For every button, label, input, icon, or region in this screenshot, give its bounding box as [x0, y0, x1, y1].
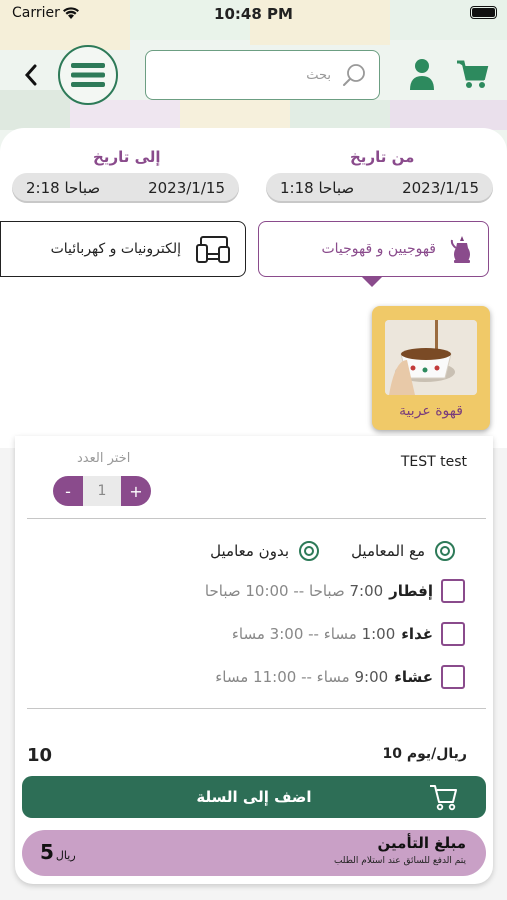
- quantity-label: اختر العدد: [77, 451, 131, 466]
- quantity-stepper: - 1 +: [53, 476, 151, 506]
- total-price: 10: [27, 745, 53, 766]
- quantity-value: 1: [83, 476, 121, 506]
- selected-category-indicator: [361, 276, 383, 287]
- divider: [27, 518, 486, 519]
- meal-name: غداء: [401, 625, 433, 643]
- search-box[interactable]: [145, 50, 380, 100]
- item-card: TEST test اختر العدد - 1 + مع المعاميل ب…: [15, 436, 493, 884]
- insurance-amount: 5 ريال: [40, 840, 76, 864]
- to-date-label: إلى تاريخ: [93, 148, 161, 166]
- insurance-title: مبلغ التأمين: [377, 834, 466, 852]
- status-bar: Carrier 10:48 PM: [0, 0, 507, 30]
- subcategory-label: قهوة عربية: [399, 403, 463, 419]
- cart-outline-icon: [430, 785, 457, 811]
- dallah-icon: [450, 236, 470, 263]
- insurance-currency: ريال: [55, 849, 76, 862]
- meal-option-dinner[interactable]: عشاء 9:00 مساء -- 11:00 مساء: [215, 663, 465, 691]
- cart-icon: [457, 60, 489, 88]
- category-electronics[interactable]: إلكترونيات و كهربائيات: [0, 221, 246, 277]
- option-with-cups[interactable]: مع المعاميل: [351, 539, 455, 563]
- search-input[interactable]: [213, 66, 333, 84]
- to-time-value: 2:18 صباحا: [26, 179, 101, 197]
- meal-checkbox[interactable]: [441, 622, 465, 646]
- meal-checkbox[interactable]: [441, 579, 465, 603]
- from-date-picker[interactable]: 1:18 صباحا 2023/1/15: [266, 173, 493, 203]
- radio-selected-icon[interactable]: [435, 541, 455, 561]
- divider: [27, 708, 486, 709]
- cart-button[interactable]: [455, 57, 489, 91]
- meal-name: إفطار: [389, 582, 433, 600]
- item-name: TEST test: [400, 454, 467, 470]
- from-date-label: من تاريخ: [350, 148, 415, 166]
- meal-option-breakfast[interactable]: إفطار 7:00 صباحا -- 10:00 صباحا: [205, 577, 465, 605]
- to-date-value: 2023/1/15: [148, 179, 225, 197]
- devices-icon: [196, 236, 230, 263]
- user-icon: [410, 59, 434, 90]
- add-to-cart-button[interactable]: اضف إلى السلة: [22, 776, 486, 818]
- subcategory-arabic-coffee[interactable]: قهوة عربية: [372, 306, 490, 430]
- search-icon: [343, 64, 365, 86]
- radio-selected-icon[interactable]: [299, 541, 319, 561]
- status-time: 10:48 PM: [214, 5, 293, 23]
- option-label: مع المعاميل: [351, 542, 425, 560]
- meal-time: 9:00 مساء -- 11:00 مساء: [215, 668, 389, 686]
- chevron-left-icon: [24, 64, 37, 86]
- increase-button[interactable]: +: [121, 476, 151, 506]
- category-label: إلكترونيات و كهربائيات: [50, 241, 181, 257]
- category-coffee-servers[interactable]: قهوجيين و قهوجيات: [258, 221, 489, 277]
- insurance-banner: مبلغ التأمين يتم الدفع للسائق عند استلام…: [22, 830, 486, 876]
- meal-option-lunch[interactable]: غداء 1:00 مساء -- 3:00 مساء: [232, 620, 465, 648]
- from-date-value: 2023/1/15: [402, 179, 479, 197]
- battery-icon: [470, 6, 497, 19]
- from-time-value: 1:18 صباحا: [280, 179, 355, 197]
- back-button[interactable]: [18, 60, 44, 90]
- meal-time: 7:00 صباحا -- 10:00 صباحا: [204, 582, 384, 600]
- user-button[interactable]: [407, 57, 437, 91]
- meal-name: عشاء: [394, 668, 433, 686]
- hamburger-icon: [71, 63, 105, 87]
- insurance-note: يتم الدفع للسائق عند استلام الطلب: [333, 856, 466, 866]
- option-without-cups[interactable]: بدون معاميل: [210, 539, 319, 563]
- meal-time: 1:00 مساء -- 3:00 مساء: [231, 625, 396, 643]
- price-per-day: 10 ريال/يوم: [382, 746, 468, 762]
- menu-button[interactable]: [58, 45, 118, 105]
- decrease-button[interactable]: -: [53, 476, 83, 506]
- arabic-coffee-image: [385, 320, 477, 395]
- category-label: قهوجيين و قهوجيات: [321, 241, 436, 257]
- meal-checkbox[interactable]: [441, 665, 465, 689]
- add-to-cart-label: اضف إلى السلة: [196, 788, 312, 806]
- to-date-picker[interactable]: 2:18 صباحا 2023/1/15: [12, 173, 239, 203]
- option-label: بدون معاميل: [210, 542, 289, 560]
